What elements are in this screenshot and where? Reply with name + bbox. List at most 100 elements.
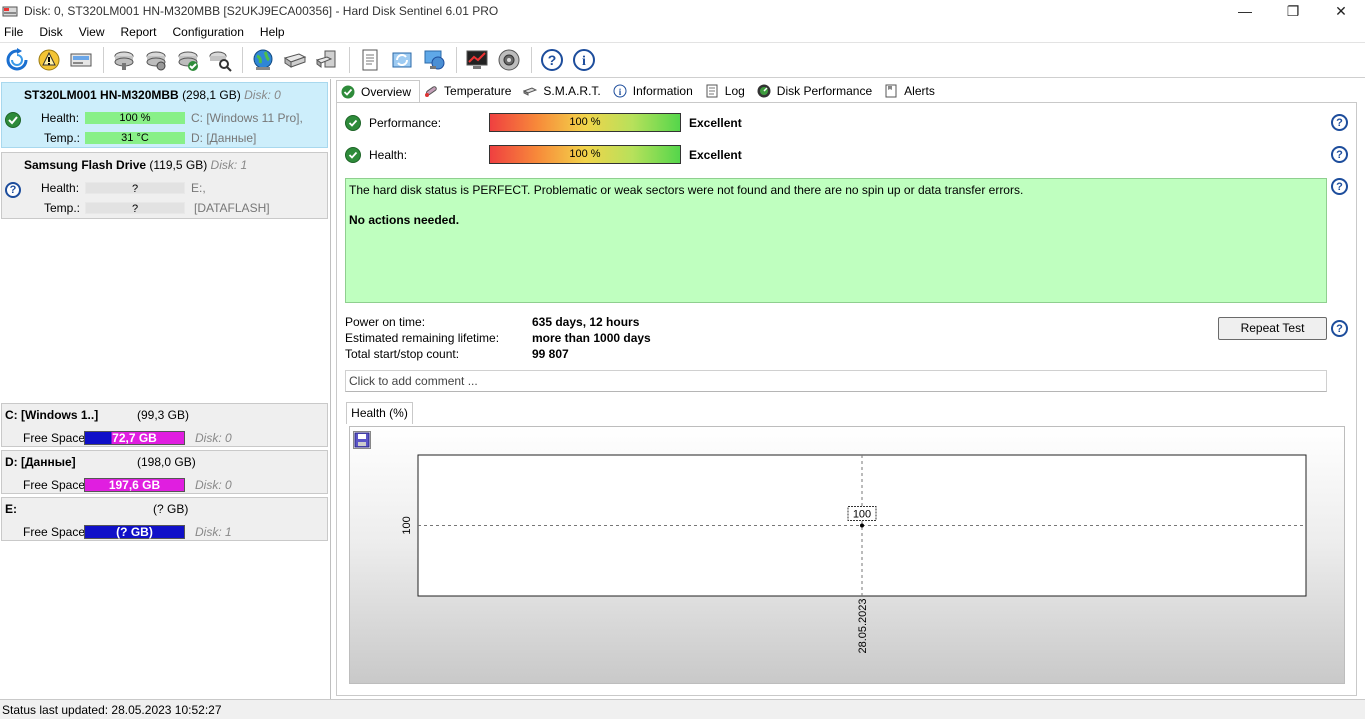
comment-input[interactable]: Click to add comment ... <box>345 370 1327 392</box>
tab-disk-performance[interactable]: Disk Performance <box>753 80 880 102</box>
menu-configuration[interactable]: Configuration <box>173 25 244 39</box>
tab-label: Information <box>632 84 693 98</box>
tab-information[interactable]: i Information <box>609 80 701 102</box>
health-chart: 100 28.05.2023 100 <box>401 454 1307 654</box>
volume-name: E: <box>5 502 17 516</box>
data-label: 100 <box>853 509 871 521</box>
tab-overview[interactable]: Overview <box>336 80 421 102</box>
status-action: No actions needed. <box>349 213 460 227</box>
lifetime-value: more than 1000 days <box>532 331 651 345</box>
volume-size: (198,0 GB) <box>137 455 196 469</box>
tab-label: Disk Performance <box>776 84 873 98</box>
disk-search-icon[interactable] <box>206 46 234 74</box>
monitor-chart-icon[interactable] <box>463 46 491 74</box>
overview-panel: Performance: 100 % Excellent ? Health: 1… <box>336 102 1357 696</box>
repeat-test-button[interactable]: Repeat Test <box>1218 317 1327 340</box>
disk-number: Disk: 1 <box>210 158 248 172</box>
performance-label: Performance: <box>369 116 442 130</box>
power-on-value: 635 days, 12 hours <box>532 315 640 329</box>
info-icon[interactable]: i <box>570 46 598 74</box>
disk-title: ST320LM001 HN-M320MBB (298,1 GB) Disk: 0 <box>24 88 281 102</box>
health-bar: 100 % <box>85 112 185 124</box>
startstop-label: Total start/stop count: <box>345 347 460 361</box>
disk-name: Samsung Flash Drive <box>24 158 147 172</box>
free-space-bar: 72,7 GB <box>84 431 185 445</box>
partition-e-label: E:, <box>191 181 206 195</box>
volume-disk: Disk: 1 <box>195 525 232 539</box>
health-status: Excellent <box>689 148 742 162</box>
minimize-button[interactable]: — <box>1221 0 1269 22</box>
partition-c-label: C: [Windows 11 Pro], <box>191 111 303 125</box>
speaker-icon[interactable] <box>495 46 523 74</box>
globe-icon[interactable] <box>249 46 277 74</box>
performance-ok-icon <box>345 115 361 131</box>
tab-temperature[interactable]: Temperature <box>420 80 519 102</box>
tab-log[interactable]: Log <box>701 80 753 102</box>
x-tick-label: 28.05.2023 <box>857 598 869 653</box>
drive-icon[interactable] <box>281 46 309 74</box>
tab-label: Overview <box>361 84 412 99</box>
disk-check-icon[interactable] <box>142 46 170 74</box>
volume-item-d[interactable]: D: [Данные] (198,0 GB) Free Space 197,6 … <box>1 450 328 494</box>
volume-name: D: [Данные] <box>5 455 76 469</box>
disk-number: Disk: 0 <box>244 88 281 102</box>
sync-icon[interactable] <box>388 46 416 74</box>
disk-settings-icon[interactable] <box>110 46 138 74</box>
volume-disk: Disk: 0 <box>195 478 232 492</box>
menu-report[interactable]: Report <box>120 25 156 39</box>
disk-ok-icon[interactable] <box>174 46 202 74</box>
volume-item-c[interactable]: C: [Windows 1..] (99,3 GB) Free Space 72… <box>1 403 328 447</box>
tab-label: S.M.A.R.T. <box>543 84 601 98</box>
temp-label: Temp.: <box>44 201 81 215</box>
svg-text:?: ? <box>548 52 557 68</box>
partition-d-label: D: [Данные] <box>191 131 257 145</box>
free-space-bar: (? GB) <box>84 525 185 539</box>
alerts-icon <box>884 84 898 98</box>
smart-disk-icon <box>523 84 538 98</box>
health-label: Health: <box>41 111 80 125</box>
document-icon[interactable] <box>356 46 384 74</box>
tab-health-percent[interactable]: Health (%) <box>346 402 413 424</box>
menu-help[interactable]: Help <box>260 25 285 39</box>
disk-size: (298,1 GB) <box>182 88 241 102</box>
tab-smart[interactable]: S.M.A.R.T. <box>519 80 608 102</box>
refresh-icon[interactable] <box>3 46 31 74</box>
menu-file[interactable]: File <box>4 25 23 39</box>
health-bar: ? <box>85 182 185 195</box>
status-text: The hard disk status is PERFECT. Problem… <box>349 183 1024 197</box>
tab-strip: Overview Temperature S.M.A.R.T. i Inform… <box>336 80 943 102</box>
menu-view[interactable]: View <box>79 25 105 39</box>
help-icon[interactable]: ? <box>1331 114 1348 131</box>
disk-name: ST320LM001 HN-M320MBB <box>24 88 179 102</box>
alert-icon[interactable] <box>35 46 63 74</box>
tab-alerts[interactable]: Alerts <box>880 80 943 102</box>
health-ok-icon <box>345 147 361 163</box>
volume-disk: Disk: 0 <box>195 431 232 445</box>
free-space-label: Free Space <box>23 525 86 539</box>
help-icon[interactable]: ? <box>538 46 566 74</box>
close-button[interactable]: ✕ <box>1317 0 1365 22</box>
drive-alt-icon[interactable] <box>313 46 341 74</box>
status-bar: Status last updated: 28.05.2023 10:52:27 <box>0 699 1365 719</box>
performance-bar: 100 % <box>489 113 681 132</box>
disk-image-icon[interactable] <box>67 46 95 74</box>
info-icon: i <box>613 84 627 98</box>
network-icon[interactable] <box>420 46 448 74</box>
free-space-bar: 197,6 GB <box>84 478 185 492</box>
data-point[interactable] <box>860 523 864 528</box>
menu-disk[interactable]: Disk <box>39 25 62 39</box>
help-icon[interactable]: ? <box>1331 178 1348 195</box>
help-icon[interactable]: ? <box>1331 320 1348 337</box>
disk-item-0[interactable]: ST320LM001 HN-M320MBB (298,1 GB) Disk: 0… <box>1 82 328 148</box>
y-tick-label: 100 <box>401 516 413 534</box>
restore-button[interactable]: ❐ <box>1269 0 1317 22</box>
check-icon <box>341 85 355 99</box>
ok-check-icon <box>5 112 21 128</box>
help-icon[interactable]: ? <box>1331 146 1348 163</box>
disk-item-1[interactable]: Samsung Flash Drive (119,5 GB) Disk: 1 ?… <box>1 152 328 219</box>
menu-bar: File Disk View Report Configuration Help <box>0 22 1365 42</box>
volume-item-e[interactable]: E: (? GB) Free Space (? GB) Disk: 1 <box>1 497 328 541</box>
unknown-status-icon: ? <box>5 182 21 198</box>
disk-list-panel: ST320LM001 HN-M320MBB (298,1 GB) Disk: 0… <box>0 79 331 699</box>
status-message-box: The hard disk status is PERFECT. Problem… <box>345 178 1327 303</box>
